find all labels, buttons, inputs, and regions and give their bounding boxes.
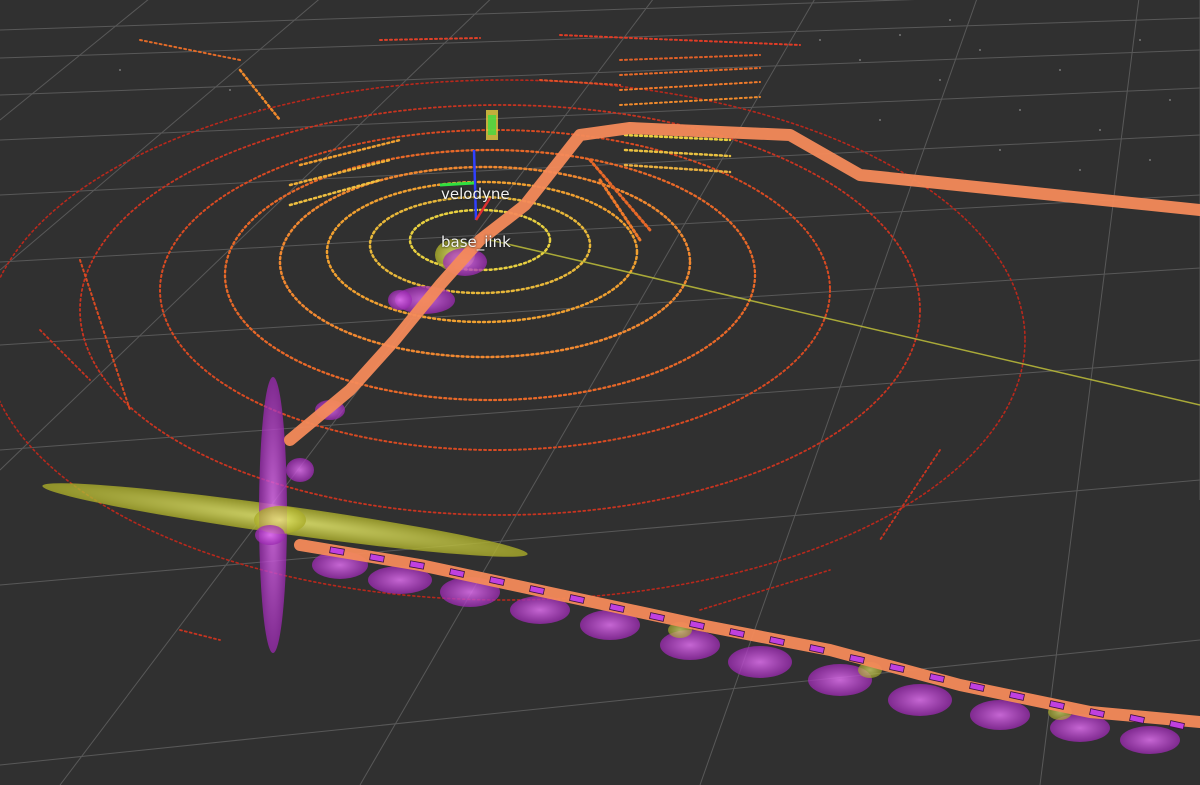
ground-grid <box>0 0 1200 785</box>
trajectory-path <box>284 122 1200 446</box>
scene-canvas[interactable] <box>0 0 1200 785</box>
odometry-markers <box>254 239 1180 754</box>
y-axis-icon <box>439 181 475 187</box>
trajectory-path-lower <box>294 539 1200 728</box>
heading-line <box>489 239 1200 406</box>
x-axis-icon <box>474 197 492 221</box>
far-point-cloud <box>119 19 1171 171</box>
tf-axes <box>439 110 498 221</box>
rviz-3d-viewport[interactable]: velodyne base_iink <box>0 0 1200 785</box>
